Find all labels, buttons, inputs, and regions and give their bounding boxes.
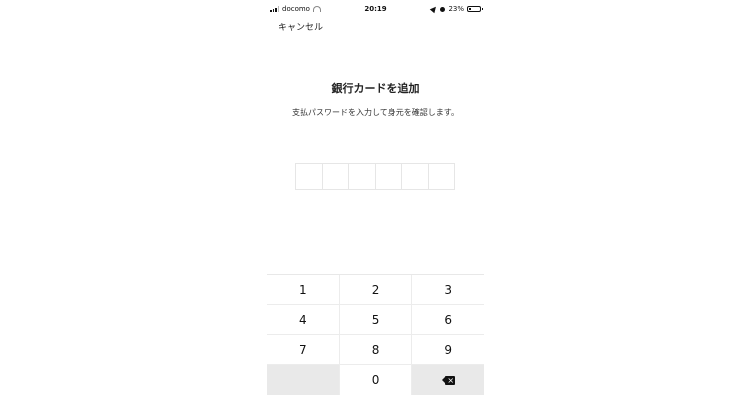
keypad-row: 7 8 9 [267,335,485,365]
numeric-keypad: 1 2 3 4 5 6 7 8 9 0 × [267,274,485,395]
key-7[interactable]: 7 [267,335,340,364]
battery-icon [467,6,483,12]
password-input[interactable] [295,163,455,190]
alarm-icon [440,6,446,12]
location-arrow-icon [430,4,439,14]
key-4[interactable]: 4 [267,305,340,334]
backspace-icon: × [441,375,455,385]
key-0[interactable]: 0 [339,365,413,395]
key-2[interactable]: 2 [339,275,413,304]
key-3[interactable]: 3 [412,275,485,304]
keypad-row: 0 × [267,365,485,395]
phone-screen: docomo 20:19 23% キャンセル 銀行カードを追加 支払パスワードを… [267,0,485,395]
battery-percent: 23% [448,5,464,13]
pin-digit-4 [376,164,402,189]
pin-digit-5 [402,164,429,189]
key-1[interactable]: 1 [267,275,340,304]
status-bar: docomo 20:19 23% [267,4,484,16]
pin-digit-2 [323,164,349,189]
keypad-row: 4 5 6 [267,305,485,335]
status-right: 23% [430,4,483,14]
keypad-row: 1 2 3 [267,275,485,305]
pin-digit-6 [429,164,455,189]
key-5[interactable]: 5 [339,305,413,334]
page-title: 銀行カードを追加 [331,82,420,95]
key-8[interactable]: 8 [339,335,413,364]
pin-digit-1 [296,164,323,189]
page-subtitle: 支払パスワードを入力して身元を確認します。 [292,108,459,117]
cancel-button[interactable]: キャンセル [278,20,323,33]
key-blank [267,365,340,395]
key-9[interactable]: 9 [412,335,485,364]
key-6[interactable]: 6 [412,305,485,334]
delete-key[interactable]: × [412,365,485,395]
pin-digit-3 [349,164,376,189]
